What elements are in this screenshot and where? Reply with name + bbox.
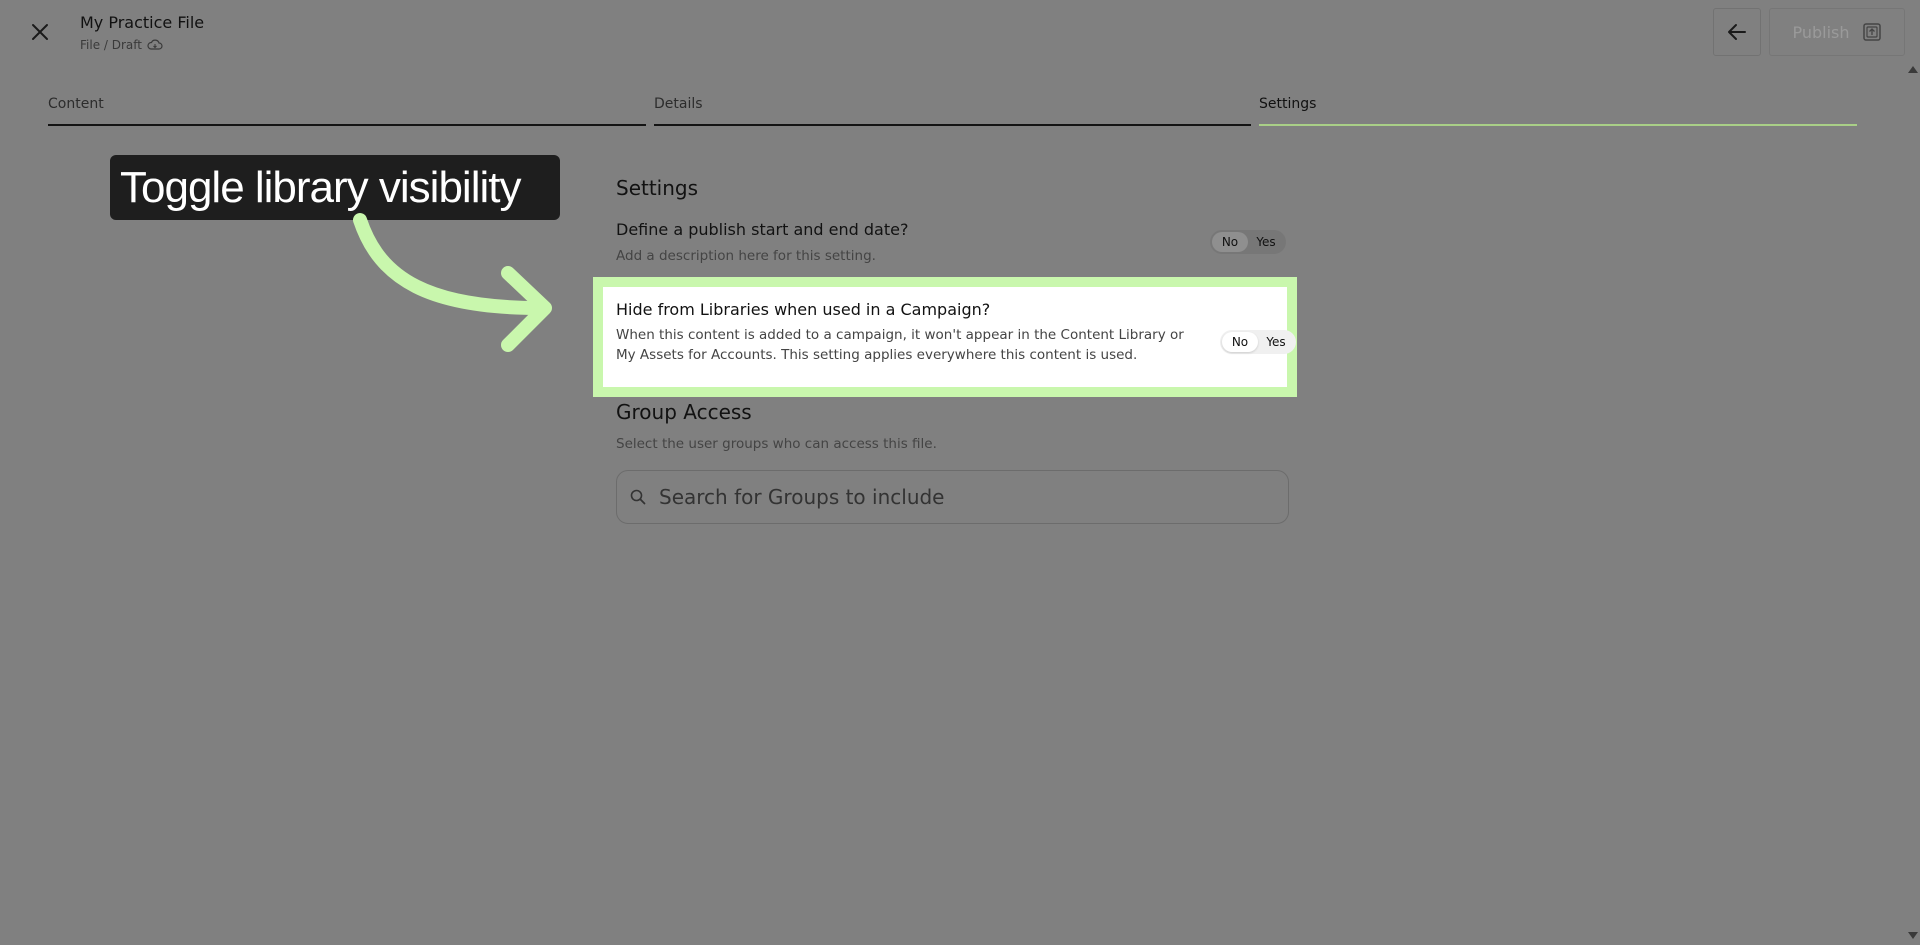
- setting-publish-dates-label: Define a publish start and end date?: [616, 220, 909, 239]
- settings-heading: Settings: [616, 176, 699, 200]
- step-tabs: Content Details Settings: [0, 96, 1920, 126]
- publish-button[interactable]: Publish: [1769, 8, 1905, 56]
- publish-icon: [1862, 23, 1881, 41]
- scroll-down-arrow[interactable]: [1908, 932, 1918, 939]
- tab-details[interactable]: Details: [654, 96, 1251, 126]
- tab-content-label: Content: [48, 96, 104, 112]
- cloud-icon: [147, 39, 163, 50]
- curved-arrow-icon: [353, 213, 552, 352]
- tab-content[interactable]: Content: [48, 96, 646, 126]
- toggle-yes-option[interactable]: Yes: [1248, 232, 1284, 252]
- toggle-no-option[interactable]: No: [1222, 332, 1258, 352]
- setting-publish-dates-description: Add a description here for this setting.: [616, 248, 876, 264]
- page-title: My Practice File: [80, 13, 205, 32]
- close-button[interactable]: [28, 20, 52, 44]
- tab-details-label: Details: [654, 96, 703, 112]
- search-icon: [630, 489, 646, 505]
- header: My Practice File File / Draft Publish: [0, 0, 1920, 70]
- scroll-up-arrow[interactable]: [1908, 66, 1918, 73]
- publish-label: Publish: [1792, 22, 1850, 42]
- breadcrumb: File / Draft: [80, 38, 163, 52]
- highlighted-setting: Hide from Libraries when used in a Campa…: [593, 277, 1297, 397]
- breadcrumb-text: File / Draft: [80, 38, 142, 52]
- tab-settings-label: Settings: [1259, 96, 1317, 112]
- group-access-heading: Group Access: [616, 400, 752, 424]
- tab-content-bar: [48, 124, 646, 126]
- publish-dates-toggle[interactable]: No Yes: [1210, 230, 1286, 254]
- setting-hide-libraries-label: Hide from Libraries when used in a Campa…: [616, 300, 991, 319]
- close-icon: [32, 24, 48, 40]
- group-search-input[interactable]: [657, 484, 1261, 510]
- arrow-left-icon: [1728, 24, 1746, 40]
- group-search-box[interactable]: [616, 470, 1289, 524]
- toggle-yes-option[interactable]: Yes: [1258, 332, 1294, 352]
- tab-settings[interactable]: Settings: [1259, 96, 1857, 126]
- back-button[interactable]: [1713, 8, 1761, 56]
- toggle-no-option[interactable]: No: [1212, 232, 1248, 252]
- group-access-description: Select the user groups who can access th…: [616, 436, 937, 452]
- callout-text: Toggle library visibility: [120, 162, 521, 212]
- setting-hide-libraries-description: When this content is added to a campaign…: [616, 327, 1184, 363]
- hide-libraries-toggle[interactable]: No Yes: [1220, 330, 1296, 354]
- tab-settings-bar: [1259, 124, 1857, 126]
- tab-details-bar: [654, 124, 1251, 126]
